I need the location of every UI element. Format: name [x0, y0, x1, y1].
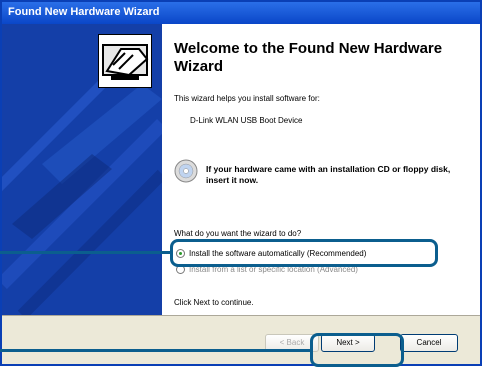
- hardware-icon: [98, 34, 152, 88]
- wizard-window: Found New Hardware Wizard Welcome to the…: [0, 0, 482, 366]
- callout-line-option: [0, 251, 172, 254]
- callout-line-next: [0, 349, 312, 352]
- continue-text: Click Next to continue.: [174, 298, 254, 307]
- wizard-question: What do you want the wizard to do?: [174, 229, 302, 238]
- wizard-heading: Welcome to the Found New Hardware Wizard: [174, 40, 443, 75]
- cancel-button[interactable]: Cancel: [400, 334, 458, 352]
- device-name: D-Link WLAN USB Boot Device: [190, 116, 303, 125]
- callout-box-option: [170, 239, 438, 267]
- intro-text: This wizard helps you install software f…: [174, 94, 320, 103]
- callout-box-next: [310, 333, 404, 367]
- wizard-side-panel: [2, 24, 162, 315]
- title-bar[interactable]: Found New Hardware Wizard: [2, 2, 480, 24]
- cd-prompt: If your hardware came with an installati…: [206, 164, 451, 185]
- footer-divider: [2, 315, 480, 316]
- cd-icon: [174, 159, 198, 183]
- window-title: Found New Hardware Wizard: [8, 6, 160, 18]
- wizard-content: Welcome to the Found New Hardware Wizard…: [162, 24, 480, 315]
